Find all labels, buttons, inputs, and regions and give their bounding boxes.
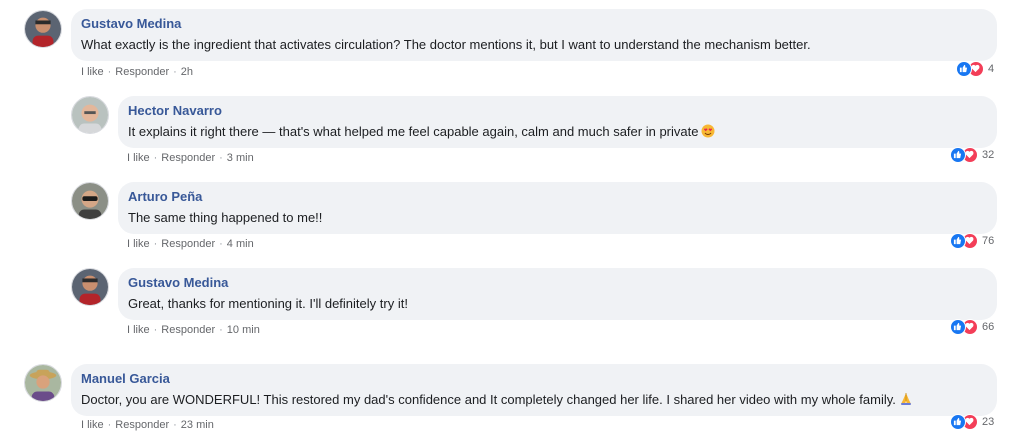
reaction-count: 76 [982,235,995,247]
reply-link[interactable]: Responder [115,419,169,431]
reply-link[interactable]: Responder [161,324,215,336]
reaction-count: 66 [982,321,995,333]
like-link[interactable]: I like [127,152,150,164]
comment-text: What exactly is the ingredient that acti… [81,37,811,52]
comment-text: It explains it right there — that's what… [128,123,987,142]
reaction-count: 32 [982,149,995,161]
folded-hands-emoji-icon [899,392,913,410]
reaction-summary[interactable]: 23 [950,413,994,431]
comment-bubble: Gustavo Medina What exactly is the ingre… [71,9,997,61]
like-link[interactable]: I like [127,238,150,250]
avatar[interactable] [24,364,62,402]
comment-bubble: Hector Navarro It explains it right ther… [118,96,997,148]
reaction-count: 23 [982,416,995,428]
comment-time[interactable]: 3 min [227,152,254,164]
comment-author[interactable]: Hector Navarro [128,103,987,119]
comment-text: Doctor, you are WONDERFUL! This restored… [81,391,987,410]
reaction-summary[interactable]: 66 [950,318,994,336]
reply-link[interactable]: Responder [115,66,169,78]
comment-text: The same thing happened to me!! [128,210,323,225]
like-link[interactable]: I like [127,324,150,336]
comment-bubble: Manuel Garcia Doctor, you are WONDERFUL!… [71,364,997,416]
avatar[interactable] [71,182,109,220]
comment-actions: I like · Responder · 23 min [81,419,214,431]
heart-eyes-emoji-icon [701,124,715,142]
reaction-summary[interactable]: 76 [950,232,994,250]
avatar[interactable] [71,268,109,306]
like-reaction-icon [950,233,966,249]
reaction-summary[interactable]: 32 [950,146,994,164]
avatar[interactable] [71,96,109,134]
comment-actions: I like · Responder · 3 min [127,152,254,164]
comment-author[interactable]: Gustavo Medina [81,16,987,32]
comment-time[interactable]: 23 min [181,419,214,431]
comment-time[interactable]: 4 min [227,238,254,250]
comment-time[interactable]: 2h [181,66,193,78]
reply-link[interactable]: Responder [161,152,215,164]
like-link[interactable]: I like [81,419,104,431]
avatar[interactable] [24,10,62,48]
reaction-summary[interactable]: 4 [956,60,994,78]
comment-text: Great, thanks for mentioning it. I'll de… [128,296,408,311]
comment-actions: I like · Responder · 2h [81,66,194,78]
reaction-count: 4 [988,63,995,75]
comment-bubble: Arturo Peña The same thing happened to m… [118,182,997,234]
comment-author[interactable]: Arturo Peña [128,189,987,205]
like-link[interactable]: I like [81,66,104,78]
comment-author[interactable]: Gustavo Medina [128,275,987,291]
reply-link[interactable]: Responder [161,238,215,250]
like-reaction-icon [956,61,972,77]
comment-bubble: Gustavo Medina Great, thanks for mention… [118,268,997,320]
comment-author[interactable]: Manuel Garcia [81,371,987,387]
like-reaction-icon [950,414,966,430]
like-reaction-icon [950,147,966,163]
comment-time[interactable]: 10 min [227,324,260,336]
comment-actions: I like · Responder · 4 min [127,238,254,250]
comment-actions: I like · Responder · 10 min [127,324,260,336]
like-reaction-icon [950,319,966,335]
